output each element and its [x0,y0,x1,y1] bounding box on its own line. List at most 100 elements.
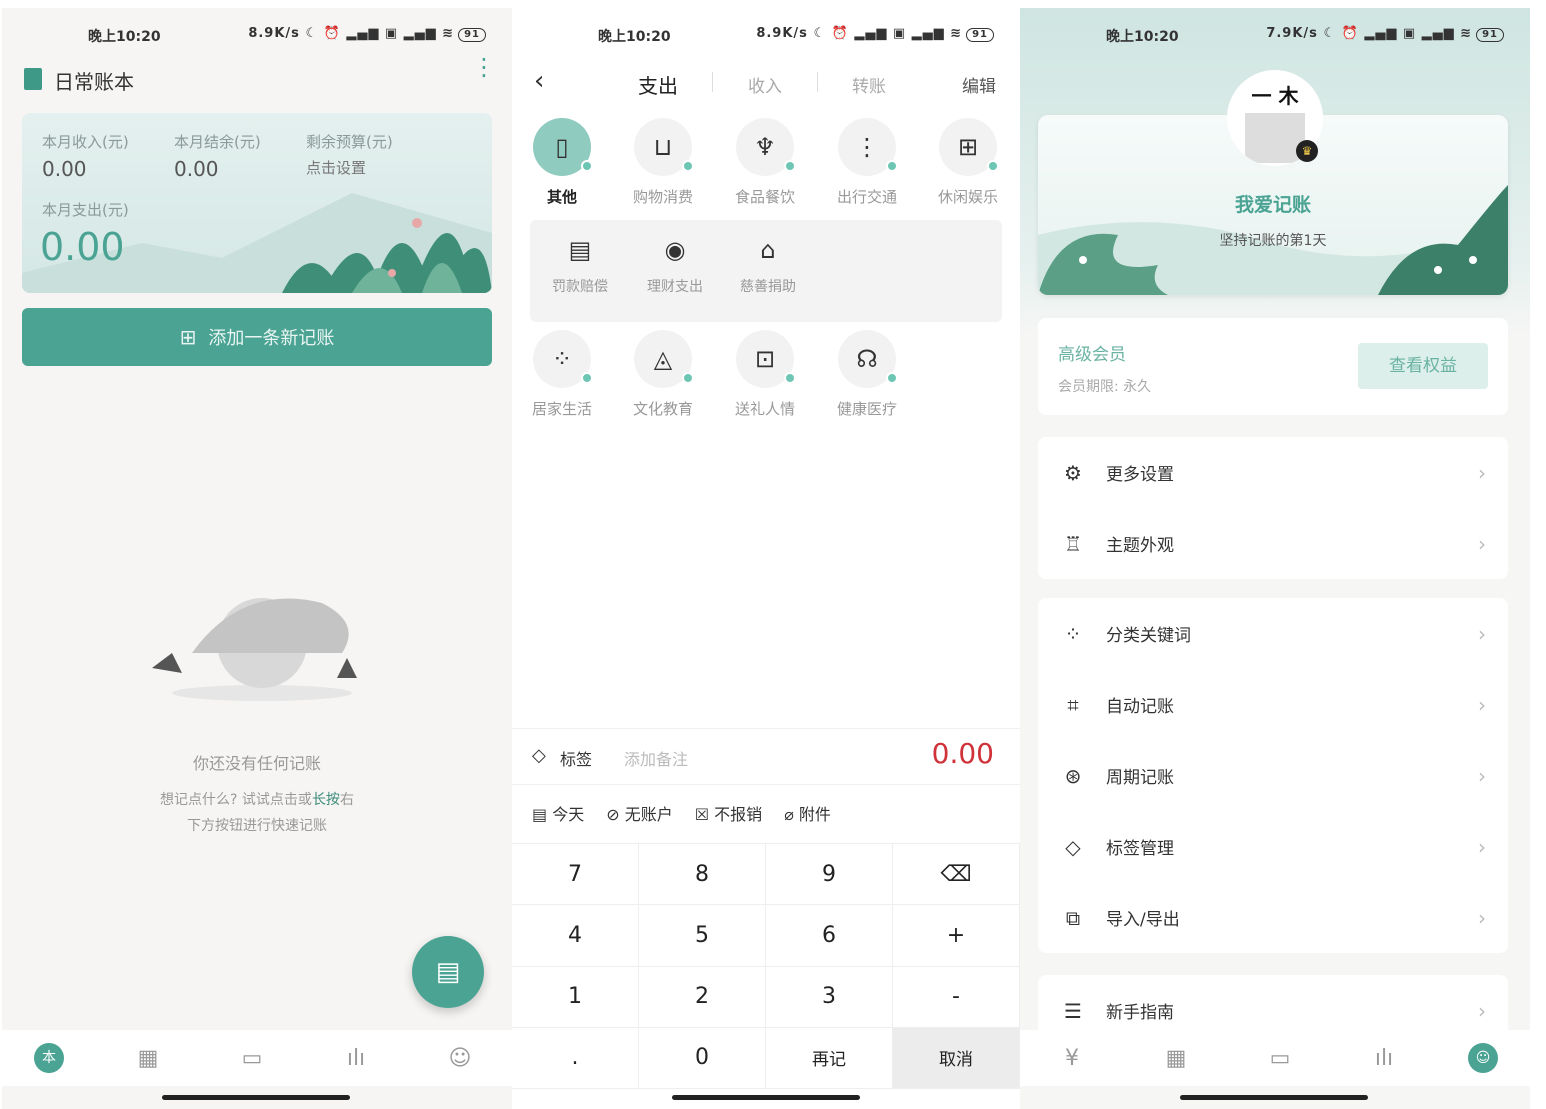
category-graduation-cap[interactable]: ◬ 文化教育 [618,330,708,419]
menu-item-icon: ◇ [1065,834,1081,859]
category-traffic-light[interactable]: ⋮ 出行交通 [822,118,912,207]
category-stethoscope[interactable]: ☊ 健康医疗 [822,330,912,419]
menu-item[interactable]: ⊛ 周期记账 › [1038,740,1508,811]
menu-item[interactable]: ◇ 标签管理 › [1038,811,1508,882]
category-utensils[interactable]: ♆ 食品餐饮 [720,118,810,207]
add-record-button[interactable]: ⊞ 添加一条新记账 [22,308,492,366]
key-0[interactable]: 7 [512,844,639,906]
category-donation-box[interactable]: ⌂ 慈善捐助 [723,220,813,296]
quick-record-fab[interactable]: ▤ [412,936,484,1008]
note-input[interactable]: 添加备注 [624,746,688,770]
menu-item[interactable]: ⁘ 分类关键词 › [1038,598,1508,669]
nav-profile-icon[interactable]: ☺ [1468,1043,1498,1073]
key-6[interactable]: 6 [766,905,893,967]
battery-icon: 91 [1476,28,1504,42]
expand-badge-icon [987,160,999,172]
category-coin[interactable]: ◉ 理财支出 [630,220,720,296]
nav-wallet-icon[interactable]: ▭ [1260,1046,1300,1071]
category-book[interactable]: ▯ 其他 [517,118,607,207]
menu-item-icon: ⌗ [1067,692,1079,717]
category-label: 健康医疗 [836,400,897,418]
status-icons: 7.9K/s ☾ ⏰ ▂▄▆ ▣ ▂▄▆ ≋ [1266,26,1473,41]
menu-item[interactable]: ⚙ 更多设置 › [1038,437,1508,508]
more-menu-button[interactable]: ⋮ [472,55,496,79]
date-option[interactable]: ▤ 今天 [532,801,584,825]
key-8[interactable]: 1 [512,966,639,1028]
balance-value: 0.00 [174,157,219,181]
key-7[interactable]: + [893,905,1020,967]
receipt-icon: ▤ [568,236,592,264]
nickname[interactable]: 我爱记账 [1038,190,1508,217]
shopping-bag-icon: ⊔ [634,118,694,176]
key-9[interactable]: 2 [639,966,766,1028]
tag-icon: ◇ [532,745,546,766]
chevron-right-icon: › [1478,531,1486,556]
view-benefits-button[interactable]: 查看权益 [1358,343,1488,389]
expand-badge-icon [886,160,898,172]
nav-profile-icon[interactable]: ☺ [440,1046,480,1071]
expand-badge-icon [886,372,898,384]
menu-item-label: 导入/导出 [1106,910,1180,930]
tab-expense[interactable]: 支出 [638,70,678,99]
gift-icon: ⊡ [736,330,796,388]
back-arrow-icon[interactable]: ‹ [534,66,544,96]
category-gift[interactable]: ⊡ 送礼人情 [720,330,810,419]
category-label: 休闲娱乐 [937,188,998,206]
tab-income[interactable]: 收入 [748,72,782,97]
key-2[interactable]: 9 [766,844,893,906]
nav-calendar-icon[interactable]: ▦ [1156,1046,1196,1071]
coin-icon: ◉ [664,236,686,264]
category-label: 其他 [546,188,577,206]
menu-item-icon: ⁘ [1064,621,1082,646]
reimburse-option[interactable]: ☒ 不报销 [695,801,762,825]
nav-stats-icon[interactable]: ılı [336,1046,376,1071]
gamepad-icon: ⊞ [939,118,999,176]
tab-transfer[interactable]: 转账 [852,72,886,97]
key-14[interactable]: 再记 [766,1027,893,1089]
menu-item[interactable]: ♖ 主题外观 › [1038,508,1508,579]
nav-home-icon[interactable]: 本 [34,1043,64,1073]
expand-badge-icon [581,160,593,172]
entry-screen: 晚上10:20 8.9K/s ☾ ⏰ ▂▄▆ ▣ ▂▄▆ ≋ 91 ‹ 支出 收入… [512,8,1020,1109]
category-gamepad[interactable]: ⊞ 休闲娱乐 [923,118,1013,207]
menu-item[interactable]: ⌗ 自动记账 › [1038,669,1508,740]
traffic-light-icon: ⋮ [838,118,898,176]
note-bar: ◇ 标签 添加备注 0.00 [512,728,1020,785]
balance-label: 本月结余(元) [174,133,261,151]
nav-wallet-icon[interactable]: ▭ [232,1046,272,1071]
nav-stats-icon[interactable]: ılı [1364,1046,1404,1071]
account-option[interactable]: ⊘ 无账户 [606,801,673,825]
key-15[interactable]: 取消 [893,1027,1020,1089]
key-4[interactable]: 4 [512,905,639,967]
set-budget-link[interactable]: 点击设置 [306,157,366,178]
category-label: 理财支出 [647,279,703,295]
key-11[interactable]: - [893,966,1020,1028]
key-1[interactable]: 8 [639,844,766,906]
nav-home-icon[interactable]: ¥ [1052,1046,1092,1071]
avatar-text: 一 木 [1251,84,1299,108]
key-3[interactable]: ⌫ [893,844,1020,906]
category-shopping-bag[interactable]: ⊔ 购物消费 [618,118,708,207]
book-title[interactable]: 日常账本 [54,66,134,95]
expense-value: 0.00 [40,225,125,269]
key-10[interactable]: 3 [766,966,893,1028]
profile-screen: 晚上10:20 7.9K/s ☾ ⏰ ▂▄▆ ▣ ▂▄▆ ≋ 91 我爱记账 坚持… [1020,8,1530,1109]
category-receipt[interactable]: ▤ 罚款赔偿 [535,220,625,296]
nav-calendar-icon[interactable]: ▦ [128,1046,168,1071]
edit-button[interactable]: 编辑 [962,72,996,97]
key-12[interactable]: . [512,1027,639,1089]
key-13[interactable]: 0 [639,1027,766,1089]
grid-icon: ⁘ [533,330,593,388]
book-icon [24,68,42,90]
menu-item-label: 标签管理 [1106,839,1174,859]
add-record-label: 添加一条新记账 [208,328,335,349]
menu-item-label: 周期记账 [1106,768,1174,788]
attachment-option[interactable]: ⌀ 附件 [784,801,831,825]
tag-button[interactable]: 标签 [560,746,592,770]
hint-text: 右 [339,792,354,808]
menu-group-tools: ⁘ 分类关键词 › ⌗ 自动记账 › ⊛ 周期记账 › ◇ 标签管理 › ⧉ 导入/导出 › [1038,598,1508,953]
category-grid[interactable]: ⁘ 居家生活 [517,330,607,419]
chevron-right-icon: › [1478,905,1486,930]
menu-item[interactable]: ⧉ 导入/导出 › [1038,882,1508,953]
key-5[interactable]: 5 [639,905,766,967]
